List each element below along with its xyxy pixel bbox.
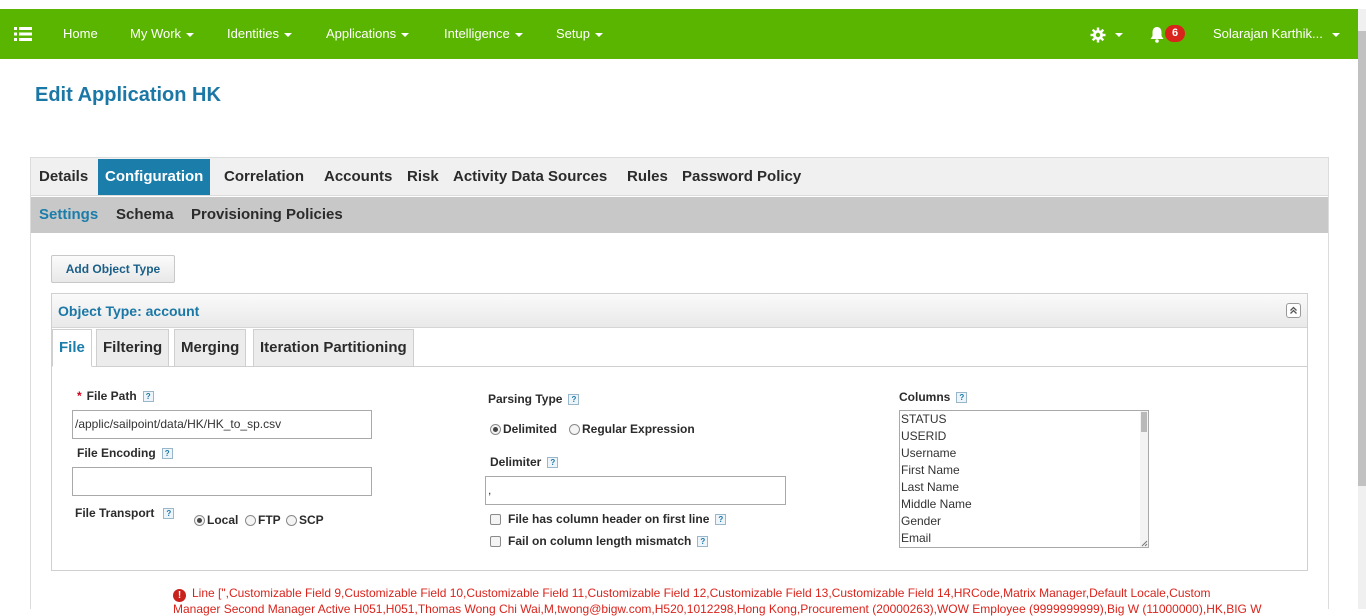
tab-risk[interactable]: Risk xyxy=(400,159,446,195)
tab-activity-data-sources[interactable]: Activity Data Sources xyxy=(446,159,614,195)
help-icon[interactable]: ? xyxy=(715,514,727,526)
column-item: Email xyxy=(901,531,932,545)
radio-icon[interactable] xyxy=(569,424,580,436)
required-marker: * xyxy=(77,389,82,403)
radio-icon[interactable] xyxy=(245,515,256,527)
file-transport-label: File Transport? xyxy=(75,506,175,520)
tab-iteration-partitioning[interactable]: Iteration Partitioning xyxy=(253,329,414,366)
object-type-header: Object Type: account xyxy=(52,294,1307,328)
add-object-type-button[interactable]: Add Object Type xyxy=(51,255,175,283)
radio-icon[interactable] xyxy=(286,515,297,527)
columns-textarea[interactable]: STATUS USERID Username First Name Last N… xyxy=(899,410,1149,548)
file-path-label: * File Path? xyxy=(77,389,154,403)
tab-rules[interactable]: Rules xyxy=(620,159,675,195)
main-tab-bar: Details Configuration Correlation Accoun… xyxy=(31,158,1328,196)
tab-merging[interactable]: Merging xyxy=(174,329,247,366)
nav-identities[interactable]: Identities xyxy=(227,26,293,41)
top-navbar: Home My Work Identities Applications Int… xyxy=(0,9,1366,59)
subtab-schema[interactable]: Schema xyxy=(116,197,174,233)
user-menu[interactable]: Solarajan Karthik... xyxy=(1213,26,1340,41)
help-icon[interactable]: ? xyxy=(161,448,173,460)
file-transport-scp-radio[interactable]: SCP xyxy=(286,513,324,527)
double-chevron-up-icon[interactable] xyxy=(1286,303,1301,318)
caret-down-icon xyxy=(401,32,410,37)
checkbox-icon[interactable] xyxy=(490,536,501,548)
fail-on-mismatch-checkbox[interactable]: Fail on column length mismatch? xyxy=(490,534,709,548)
top-strip xyxy=(0,0,1366,9)
application-config-panel: Details Configuration Correlation Accoun… xyxy=(30,157,1329,616)
object-type-title: Object Type: account xyxy=(58,303,200,319)
column-item: STATUS xyxy=(901,412,947,426)
object-type-tab-bar: File Filtering Merging Iteration Partiti… xyxy=(52,329,1307,367)
delimiter-input[interactable]: , xyxy=(485,476,786,505)
caret-down-icon xyxy=(186,32,195,37)
page-scrollbar[interactable] xyxy=(1358,9,1366,609)
column-item: First Name xyxy=(901,463,960,477)
nav-home[interactable]: Home xyxy=(63,26,98,41)
column-item: Gender xyxy=(901,514,942,528)
checkbox-icon[interactable] xyxy=(490,514,501,526)
tab-details[interactable]: Details xyxy=(32,159,95,195)
nav-applications[interactable]: Applications xyxy=(326,26,410,41)
help-icon[interactable]: ? xyxy=(697,536,709,548)
page-title: Edit Application HK xyxy=(35,84,221,106)
help-icon[interactable]: ? xyxy=(956,392,968,404)
help-icon[interactable]: ? xyxy=(547,457,559,469)
caret-down-icon[interactable] xyxy=(1115,33,1123,37)
column-item: Middle Name xyxy=(901,497,972,511)
radio-selected-icon[interactable] xyxy=(194,515,205,527)
error-message: ! Line [",Customizable Field 9,Customizab… xyxy=(173,586,1262,616)
scrollbar-thumb[interactable] xyxy=(1358,31,1366,486)
parsing-type-label: Parsing Type? xyxy=(488,392,580,406)
columns-label: Columns? xyxy=(899,390,968,404)
tab-correlation[interactable]: Correlation xyxy=(217,159,311,195)
resize-grip-icon[interactable] xyxy=(1140,539,1148,547)
subtab-settings[interactable]: Settings xyxy=(39,197,98,233)
sub-tab-bar: Settings Schema Provisioning Policies xyxy=(31,197,1328,233)
subtab-provisioning-policies[interactable]: Provisioning Policies xyxy=(191,197,343,233)
column-item: Username xyxy=(901,446,957,460)
parsing-type-regex-radio[interactable]: Regular Expression xyxy=(569,422,695,436)
error-icon: ! xyxy=(173,589,186,602)
bell-icon[interactable] xyxy=(1149,26,1165,46)
header-first-line-checkbox[interactable]: File has column header on first line? xyxy=(490,512,727,526)
caret-down-icon xyxy=(514,32,523,37)
caret-down-icon xyxy=(284,32,293,37)
file-path-input[interactable]: /applic/sailpoint/data/HK/HK_to_sp.csv xyxy=(72,410,372,439)
radio-selected-icon[interactable] xyxy=(490,424,501,436)
file-encoding-label: File Encoding? xyxy=(77,446,173,460)
tab-accounts[interactable]: Accounts xyxy=(317,159,399,195)
help-icon[interactable]: ? xyxy=(568,394,580,406)
file-transport-ftp-radio[interactable]: FTP xyxy=(245,513,281,527)
tab-file[interactable]: File xyxy=(52,329,92,367)
nav-my-work[interactable]: My Work xyxy=(130,26,195,41)
notification-count-badge[interactable]: 6 xyxy=(1165,25,1185,42)
caret-down-icon xyxy=(594,32,603,37)
tab-configuration[interactable]: Configuration xyxy=(98,159,211,195)
nav-intelligence[interactable]: Intelligence xyxy=(444,26,523,41)
file-transport-local-radio[interactable]: Local xyxy=(194,513,238,527)
tab-password-policy[interactable]: Password Policy xyxy=(675,159,808,195)
hamburger-icon[interactable] xyxy=(14,26,32,42)
file-encoding-input[interactable] xyxy=(72,467,372,496)
help-icon[interactable]: ? xyxy=(163,508,175,520)
column-item: USERID xyxy=(901,429,947,443)
nav-setup[interactable]: Setup xyxy=(556,26,603,41)
columns-scrollbar[interactable] xyxy=(1140,411,1148,547)
parsing-type-delimited-radio[interactable]: Delimited xyxy=(490,422,557,436)
gear-icon[interactable] xyxy=(1090,27,1106,43)
caret-down-icon xyxy=(1331,32,1340,37)
tab-filtering[interactable]: Filtering xyxy=(96,329,170,366)
column-item: Last Name xyxy=(901,480,960,494)
delimiter-label: Delimiter? xyxy=(490,455,559,469)
scrollbar-thumb[interactable] xyxy=(1141,412,1147,432)
help-icon[interactable]: ? xyxy=(142,391,154,403)
